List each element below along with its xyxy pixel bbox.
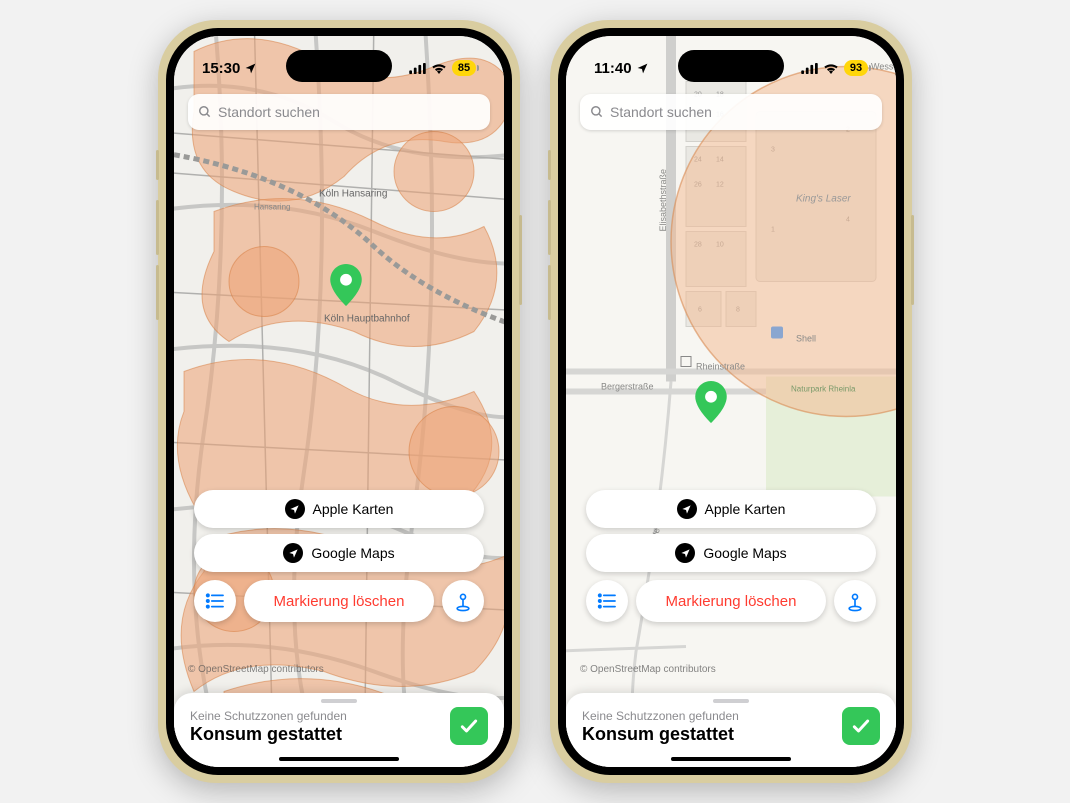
search-icon — [198, 105, 212, 119]
location-pin-icon — [453, 590, 473, 612]
side-button — [156, 150, 159, 180]
location-arrow-icon — [244, 62, 257, 75]
status-title: Konsum gestattet — [190, 724, 347, 745]
battery-badge: 85 — [452, 60, 476, 76]
button-label: Apple Karten — [313, 501, 394, 517]
button-label: Apple Karten — [705, 501, 786, 517]
delete-marker-button[interactable]: Markierung löschen — [244, 580, 434, 622]
button-label: Markierung löschen — [274, 593, 405, 610]
list-button[interactable] — [194, 580, 236, 622]
map-canvas[interactable]: Köln Hansaring Köln Hauptbahnhof Hansari… — [174, 36, 504, 767]
delete-marker-button[interactable]: Markierung löschen — [636, 580, 826, 622]
side-button — [156, 200, 159, 255]
cellular-icon — [801, 63, 818, 74]
button-label: Google Maps — [703, 545, 786, 561]
navigation-icon — [283, 543, 303, 563]
recenter-button[interactable] — [834, 580, 876, 622]
navigation-icon — [285, 499, 305, 519]
navigation-icon — [675, 543, 695, 563]
map-actions: Apple Karten Google Maps Markierung lösc… — [194, 490, 484, 622]
status-sheet[interactable]: Keine Schutzzonen gefunden Konsum gestat… — [566, 693, 896, 767]
search-input[interactable]: Standort suchen — [188, 94, 490, 130]
status-time: 15:30 — [202, 60, 240, 77]
side-button — [548, 265, 551, 320]
status-subtitle: Keine Schutzzonen gefunden — [190, 709, 347, 723]
svg-text:Shell: Shell — [796, 334, 816, 344]
svg-text:Köln Hauptbahnhof: Köln Hauptbahnhof — [324, 314, 410, 325]
sheet-grabber[interactable] — [713, 699, 749, 703]
list-button[interactable] — [586, 580, 628, 622]
sheet-grabber[interactable] — [321, 699, 357, 703]
screen: 11:40 93 — [566, 36, 896, 767]
svg-text:Köln Hansaring: Köln Hansaring — [319, 189, 387, 200]
home-indicator[interactable] — [279, 757, 399, 761]
search-placeholder: Standort suchen — [610, 104, 712, 120]
map-canvas[interactable]: 2018 2216 2414 2612 2810 68 31 24 — [566, 36, 896, 767]
map-actions: Apple Karten Google Maps Markierung lösc… — [586, 490, 876, 622]
phone-mockup-1: 15:30 85 — [158, 20, 520, 783]
dynamic-island — [286, 50, 392, 82]
open-google-maps-button[interactable]: Google Maps — [194, 534, 484, 572]
recenter-button[interactable] — [442, 580, 484, 622]
status-title: Konsum gestattet — [582, 724, 739, 745]
phone-mockup-2: 11:40 93 — [550, 20, 912, 783]
button-label: Google Maps — [311, 545, 394, 561]
svg-text:Hansaring: Hansaring — [254, 203, 290, 212]
side-button — [548, 150, 551, 180]
list-icon — [205, 593, 225, 609]
button-label: Markierung löschen — [666, 593, 797, 610]
navigation-icon — [677, 499, 697, 519]
checkmark-icon — [459, 716, 479, 736]
dynamic-island — [678, 50, 784, 82]
map-attribution: © OpenStreetMap contributors — [188, 664, 324, 675]
wifi-icon — [431, 62, 447, 74]
side-button — [911, 215, 914, 305]
side-button — [548, 200, 551, 255]
search-icon — [590, 105, 604, 119]
svg-text:Bergerstraße: Bergerstraße — [601, 382, 654, 392]
battery-badge: 93 — [844, 60, 868, 76]
search-input[interactable]: Standort suchen — [580, 94, 882, 130]
checkmark-icon — [851, 716, 871, 736]
status-ok-badge — [842, 707, 880, 745]
status-subtitle: Keine Schutzzonen gefunden — [582, 709, 739, 723]
svg-text:Elisabethstraße: Elisabethstraße — [658, 169, 668, 232]
screen: 15:30 85 — [174, 36, 504, 767]
search-placeholder: Standort suchen — [218, 104, 320, 120]
cellular-icon — [409, 63, 426, 74]
svg-text:Naturpark Rheinla: Naturpark Rheinla — [791, 385, 856, 394]
location-pin-icon — [845, 590, 865, 612]
wifi-icon — [823, 62, 839, 74]
side-button — [519, 215, 522, 305]
open-apple-maps-button[interactable]: Apple Karten — [194, 490, 484, 528]
side-button — [156, 265, 159, 320]
status-sheet[interactable]: Keine Schutzzonen gefunden Konsum gestat… — [174, 693, 504, 767]
list-icon — [597, 593, 617, 609]
status-time: 11:40 — [594, 60, 632, 77]
location-arrow-icon — [636, 62, 649, 75]
svg-text:Rheinstraße: Rheinstraße — [696, 362, 745, 372]
status-ok-badge — [450, 707, 488, 745]
open-google-maps-button[interactable]: Google Maps — [586, 534, 876, 572]
map-attribution: © OpenStreetMap contributors — [580, 664, 716, 675]
location-pin-icon[interactable] — [330, 264, 362, 306]
home-indicator[interactable] — [671, 757, 791, 761]
open-apple-maps-button[interactable]: Apple Karten — [586, 490, 876, 528]
location-pin-icon[interactable] — [695, 381, 727, 423]
svg-text:King's Laser: King's Laser — [796, 194, 851, 205]
